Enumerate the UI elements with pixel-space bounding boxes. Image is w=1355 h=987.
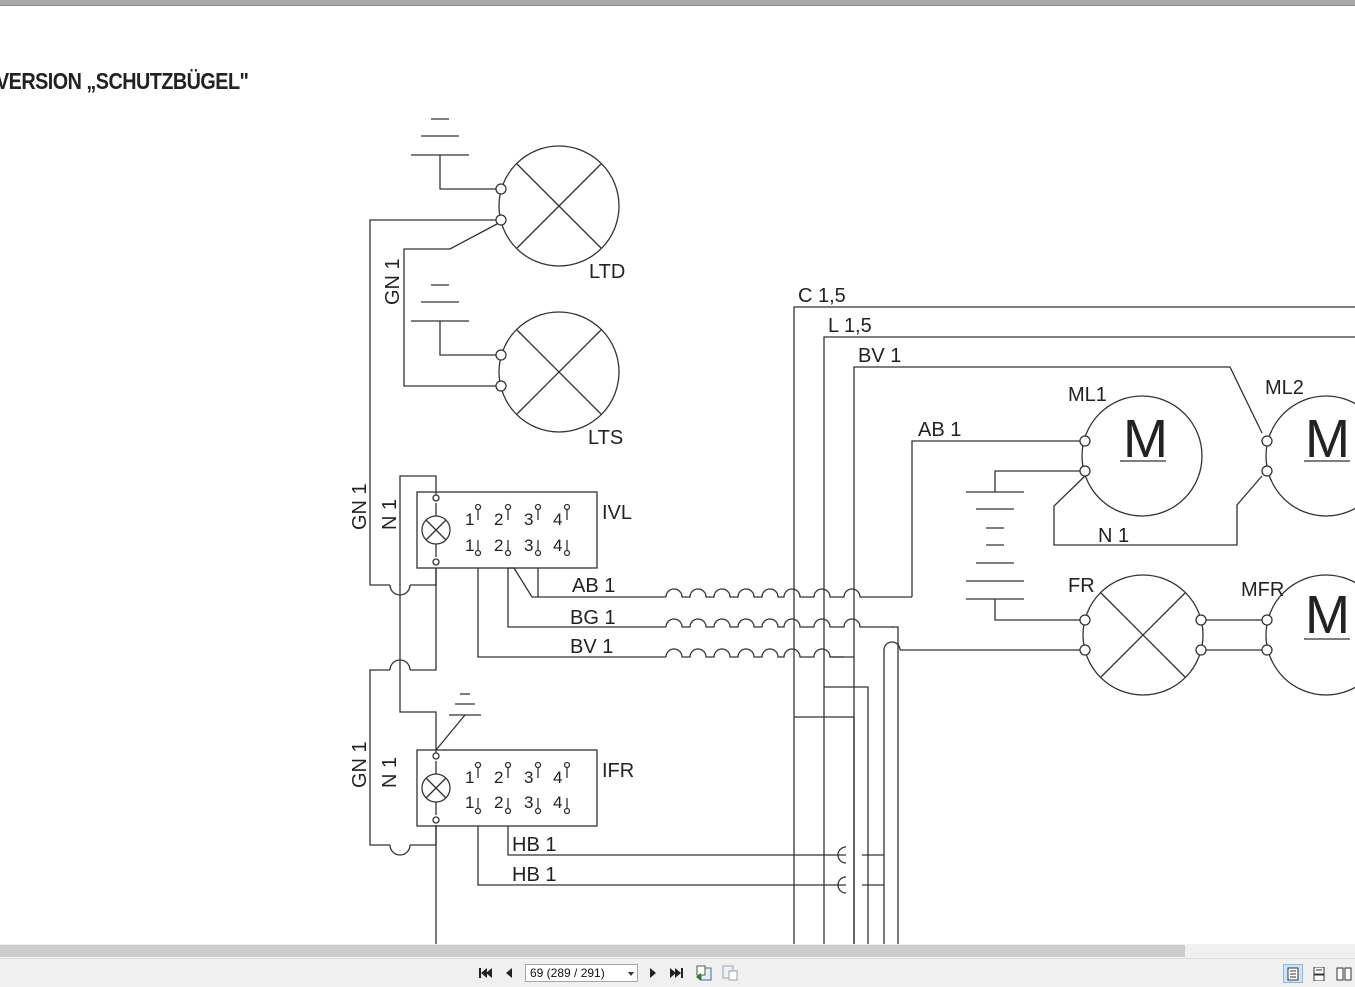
document-page: VERSION „SCHUTZBÜGEL" LTD LTS GN 1 GN 1 … — [0, 6, 1355, 944]
ivl-terminal-top-4: 4 — [553, 510, 562, 529]
label-gn1-low: GN 1 — [349, 741, 371, 788]
ifr-terminal-bottom-4: 4 — [553, 793, 562, 812]
last-page-button[interactable] — [667, 964, 687, 982]
next-view-icon — [722, 965, 738, 981]
motor-symbol-ml2: M — [1305, 409, 1350, 469]
continuous-view-button[interactable] — [1309, 964, 1329, 983]
ground-symbol-lts — [411, 284, 496, 356]
facing-pages-view-icon — [1336, 967, 1352, 980]
label-bv1-low: BV 1 — [570, 636, 613, 658]
previous-page-button[interactable] — [499, 964, 519, 982]
label-ab1-top: AB 1 — [918, 419, 961, 441]
motor-symbol-ml1: M — [1123, 409, 1168, 469]
label-n1-mid: N 1 — [379, 499, 401, 530]
label-gn1-mid: GN 1 — [349, 483, 371, 530]
ivl-terminal-bottom-3: 3 — [524, 536, 533, 555]
next-page-button[interactable] — [643, 964, 663, 982]
label-c15: C 1,5 — [798, 285, 846, 307]
ifr-terminal-top-3: 3 — [524, 768, 533, 787]
ivl-terminal-bottom-2: 2 — [494, 536, 503, 555]
ground-symbol-ltd — [411, 118, 496, 190]
label-mfr: MFR — [1241, 579, 1284, 601]
previous-page-icon — [506, 968, 512, 978]
chevron-down-icon — [628, 972, 634, 976]
label-bv1-top: BV 1 — [858, 345, 901, 367]
next-page-icon — [650, 968, 656, 978]
label-n1-motor: N 1 — [1098, 525, 1129, 547]
previous-view-icon — [696, 965, 712, 981]
label-ivl: IVL — [602, 502, 632, 524]
label-ifr: IFR — [602, 760, 634, 782]
ifr-terminal-bottom-3: 3 — [524, 793, 533, 812]
lamp-fr — [1079, 574, 1207, 696]
label-l15: L 1,5 — [828, 315, 872, 337]
horizontal-scrollbar[interactable] — [0, 944, 1355, 958]
first-page-button[interactable] — [475, 964, 495, 982]
switch-ifr — [416, 749, 598, 827]
label-n1-low: N 1 — [379, 757, 401, 788]
wiring-diagram: LTD LTS GN 1 GN 1 N 1 GN 1 N 1 IVL IFR C… — [349, 118, 1355, 944]
viewer-status-bar: 69 (289 / 291) — [0, 958, 1355, 987]
label-bg1: BG 1 — [570, 607, 616, 629]
label-ab1-low: AB 1 — [572, 575, 615, 597]
label-ltd: LTD — [589, 261, 625, 283]
single-page-view-button[interactable] — [1283, 964, 1303, 983]
label-gn1-top: GN 1 — [382, 258, 404, 305]
previous-view-button[interactable] — [694, 964, 714, 982]
ifr-terminal-bottom-2: 2 — [494, 793, 503, 812]
ivl-terminal-top-3: 3 — [524, 510, 533, 529]
ivl-terminal-bottom-4: 4 — [553, 536, 562, 555]
page-number-select[interactable]: 69 (289 / 291) — [525, 964, 638, 982]
ifr-terminal-bottom-1: 1 — [465, 793, 474, 812]
switch-ivl — [416, 491, 598, 569]
page-number-value: 69 (289 / 291) — [530, 966, 605, 980]
motor-symbol-mfr: M — [1305, 585, 1350, 645]
next-view-button[interactable] — [720, 964, 740, 982]
ivl-terminal-bottom-1: 1 — [465, 536, 474, 555]
ivl-terminal-top-1: 1 — [465, 510, 474, 529]
label-ml1: ML1 — [1068, 384, 1107, 406]
ifr-terminal-top-2: 2 — [494, 768, 503, 787]
ground-symbol-ifr — [435, 693, 481, 751]
label-fr: FR — [1068, 575, 1095, 597]
lamp-lts — [495, 311, 620, 433]
label-hb1-b: HB 1 — [512, 864, 556, 886]
horizontal-scrollbar-thumb[interactable] — [0, 945, 1185, 957]
ifr-terminal-top-4: 4 — [553, 768, 562, 787]
label-hb1-a: HB 1 — [512, 834, 556, 856]
first-page-icon — [479, 968, 492, 978]
label-lts: LTS — [588, 427, 623, 449]
continuous-view-icon — [1313, 966, 1325, 981]
facing-pages-view-button[interactable] — [1334, 964, 1354, 983]
ivl-terminal-top-2: 2 — [494, 510, 503, 529]
lamp-ltd — [495, 145, 620, 267]
label-ml2: ML2 — [1265, 377, 1304, 399]
last-page-icon — [670, 968, 683, 978]
ifr-terminal-top-1: 1 — [465, 768, 474, 787]
single-page-view-icon — [1287, 967, 1299, 980]
